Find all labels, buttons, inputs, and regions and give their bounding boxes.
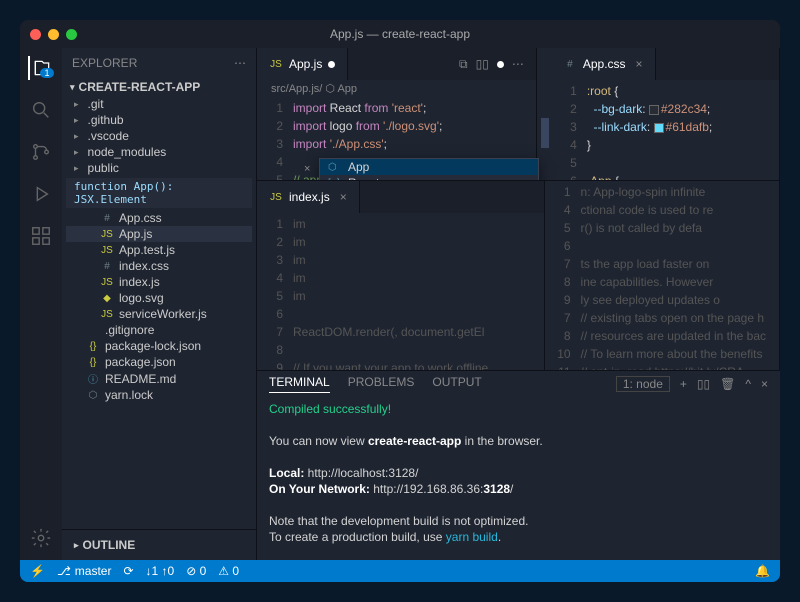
tree-item[interactable]: ⓘREADME.md [66, 370, 252, 387]
tree-item[interactable]: ▸public [66, 160, 252, 176]
suggest-widget[interactable]: × ⬡App[ø]React[ø]arguments[ø]default[ø]l… [319, 158, 539, 180]
tree-item[interactable]: ▸node_modules [66, 144, 252, 160]
git-diff[interactable]: ↓1 ↑0 [146, 564, 175, 578]
close-panel-icon[interactable]: × [761, 377, 768, 391]
tree-item[interactable]: ▸.git [66, 96, 252, 112]
file-icon: ⓘ [86, 371, 100, 386]
tree-item[interactable]: ⬡yarn.lock [66, 387, 252, 403]
app-window: App.js — create-react-app 1 EXPLORER ⋯ ▾… [20, 20, 780, 582]
terminal-output[interactable]: Compiled successfully! You can now view … [257, 397, 780, 560]
output-tab[interactable]: OUTPUT [432, 375, 481, 393]
file-icon: {} [86, 341, 100, 352]
editor-more-icon[interactable]: ⋯ [512, 57, 524, 71]
git-sync[interactable]: ⟳ [123, 564, 133, 578]
panel: TERMINAL PROBLEMS OUTPUT 1: node + ▯▯ 🗑 … [257, 370, 780, 560]
maximize-window-button[interactable] [66, 29, 77, 40]
close-tab-icon[interactable]: × [636, 57, 643, 71]
remote-indicator[interactable]: ⚡ [30, 564, 45, 578]
suggest-item[interactable]: [ø]React [320, 175, 538, 180]
tab-app-js[interactable]: JS App.js [257, 48, 348, 80]
file-icon: ⬡ [86, 390, 100, 401]
folder-root[interactable]: ▾CREATE-REACT-APP [66, 78, 252, 96]
tree-item[interactable]: JSApp.js [66, 226, 252, 242]
problems-tab[interactable]: PROBLEMS [348, 375, 415, 393]
suggest-close-icon[interactable]: × [304, 163, 310, 175]
suggest-item[interactable]: ⬡App [320, 159, 538, 175]
git-branch[interactable]: ⎇ master [57, 564, 112, 578]
js-file-icon: JS [269, 59, 283, 70]
file-icon: JS [100, 309, 114, 320]
editor-area: JS App.js ⧉ ▯▯ ⋯ src/App.js/ ⬡ App [257, 48, 780, 560]
terminal-tab[interactable]: TERMINAL [269, 375, 330, 393]
explorer-badge: 1 [40, 68, 53, 78]
js-file-icon: JS [269, 192, 283, 203]
breadcrumb[interactable]: src/App.js/ ⬡ App [257, 80, 536, 97]
tree-item[interactable]: ▸.github [66, 112, 252, 128]
code-editor-index-right: 1n: App-logo-spin infinite4ctional code … [545, 181, 779, 370]
tab-index-js[interactable]: JS index.js × [257, 181, 360, 213]
tree-item[interactable]: ▸.vscode [66, 128, 252, 144]
file-icon: JS [100, 277, 114, 288]
split-editor-icon[interactable]: ▯▯ [476, 57, 489, 71]
tree-item[interactable]: #App.css [66, 210, 252, 226]
kill-terminal-icon[interactable]: 🗑 [720, 377, 735, 391]
file-icon: ◆ [100, 293, 114, 304]
signature-help: function App(): JSX.Element [66, 178, 252, 208]
sidebar-more-icon[interactable]: ⋯ [234, 56, 246, 70]
tree-item[interactable]: .gitignore [66, 322, 252, 338]
editor-dirty-icon [497, 61, 504, 68]
debug-icon[interactable] [29, 182, 53, 206]
maximize-panel-icon[interactable]: ^ [745, 377, 751, 391]
compare-icon[interactable]: ⧉ [459, 57, 468, 72]
settings-gear-icon[interactable] [29, 526, 53, 550]
notifications-icon[interactable]: 🔔 [755, 564, 770, 578]
window-title: App.js — create-react-app [330, 27, 470, 41]
close-tab-icon[interactable]: × [340, 190, 347, 204]
errors-count[interactable]: ⊘ 0 [186, 564, 206, 578]
code-editor-index-left[interactable]: 1im2im3im4im5im67ReactDOM.render(, docum… [257, 213, 544, 370]
new-terminal-icon[interactable]: + [680, 377, 687, 391]
source-control-icon[interactable] [29, 140, 53, 164]
tree-item[interactable]: #index.css [66, 258, 252, 274]
file-icon: {} [86, 357, 100, 368]
tree-item[interactable]: JSindex.js [66, 274, 252, 290]
traffic-lights [30, 29, 77, 40]
titlebar: App.js — create-react-app [20, 20, 780, 48]
tree-item[interactable]: JSserviceWorker.js [66, 306, 252, 322]
explorer-icon[interactable]: 1 [28, 56, 52, 80]
activity-bar: 1 [20, 48, 62, 560]
minimize-window-button[interactable] [48, 29, 59, 40]
tab-app-css[interactable]: # App.css × [551, 48, 656, 80]
file-icon: JS [100, 245, 114, 256]
tree-item[interactable]: {}package-lock.json [66, 338, 252, 354]
terminal-shell-select[interactable]: 1: node [616, 376, 670, 392]
warnings-count[interactable]: ⚠ 0 [218, 564, 239, 578]
search-icon[interactable] [29, 98, 53, 122]
file-icon: JS [100, 229, 114, 240]
sidebar-title: EXPLORER [72, 56, 137, 70]
extensions-icon[interactable] [29, 224, 53, 248]
code-editor-right[interactable]: 1:root {2 --bg-dark: #282c34;3 --link-da… [551, 80, 779, 180]
sidebar: EXPLORER ⋯ ▾CREATE-REACT-APP ▸.git▸.gith… [62, 48, 257, 560]
tree-item[interactable]: {}package.json [66, 354, 252, 370]
file-tree: ▸.git▸.github▸.vscode▸node_modules▸publi… [66, 96, 252, 403]
status-bar: ⚡ ⎇ master ⟳ ↓1 ↑0 ⊘ 0 ⚠ 0 🔔 [20, 560, 780, 582]
split-terminal-icon[interactable]: ▯▯ [697, 377, 710, 391]
file-icon: # [100, 261, 114, 272]
dirty-indicator [328, 61, 335, 68]
tree-item[interactable]: JSApp.test.js [66, 242, 252, 258]
file-icon: # [100, 213, 114, 224]
tree-item[interactable]: ◆logo.svg [66, 290, 252, 306]
css-file-icon: # [563, 59, 577, 70]
outline-section[interactable]: ▸OUTLINE [70, 536, 248, 554]
close-window-button[interactable] [30, 29, 41, 40]
